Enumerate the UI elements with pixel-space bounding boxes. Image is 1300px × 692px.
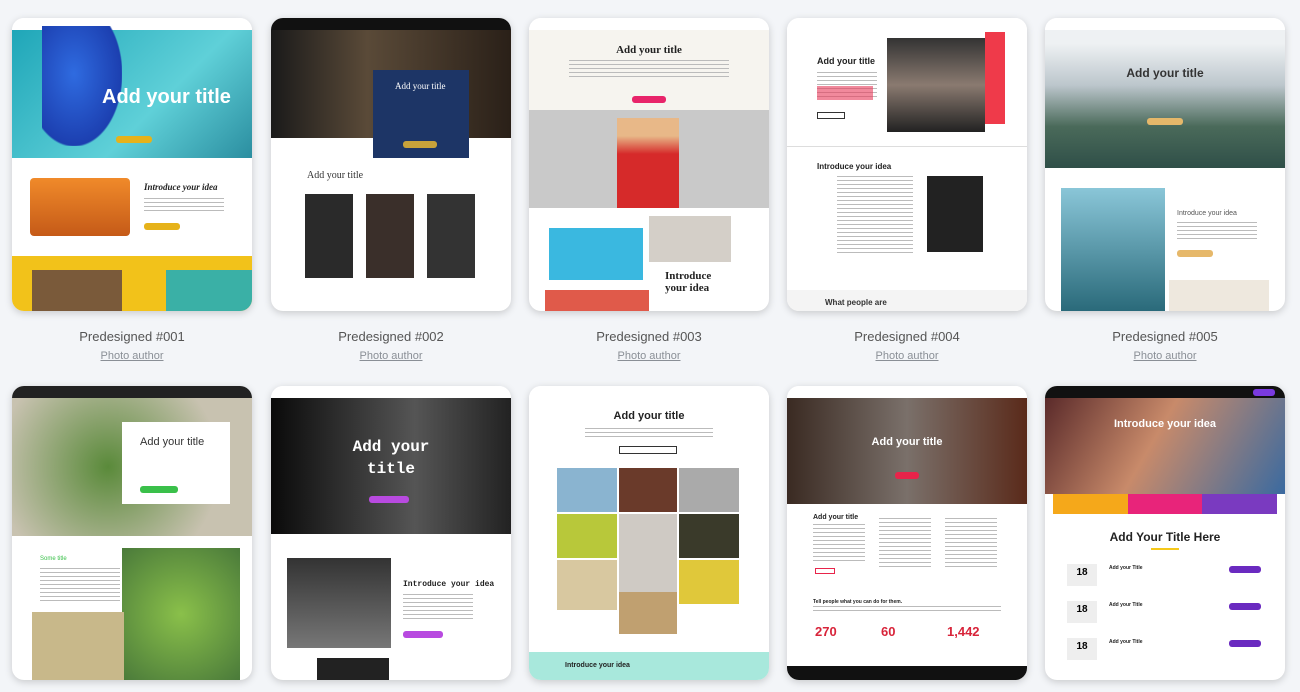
- template-card-008[interactable]: Add your title Introduce your idea: [529, 386, 769, 680]
- template-card-009[interactable]: Add your title Add your title Tell peopl…: [787, 386, 1027, 680]
- template-card-003[interactable]: Add your title Introduce your idea: [529, 18, 769, 311]
- template-card-002[interactable]: Add your title Add your title: [271, 18, 511, 311]
- template-card-007[interactable]: Add your title Introduce your idea: [271, 386, 511, 680]
- template-card-004[interactable]: Add your title Introduce your idea What …: [787, 18, 1027, 311]
- template-card-001[interactable]: Add your title Introduce your idea: [12, 18, 252, 311]
- template-card-006[interactable]: Add your title Some title: [12, 386, 252, 680]
- template-title: Predesigned #001: [79, 329, 185, 344]
- template-card-005[interactable]: Add your title Introduce your idea: [1045, 18, 1285, 311]
- hero-title: Add your title: [102, 86, 231, 108]
- template-card-010[interactable]: Introduce your idea Add Your Title Here …: [1045, 386, 1285, 680]
- photo-author-link[interactable]: Photo author: [12, 350, 252, 362]
